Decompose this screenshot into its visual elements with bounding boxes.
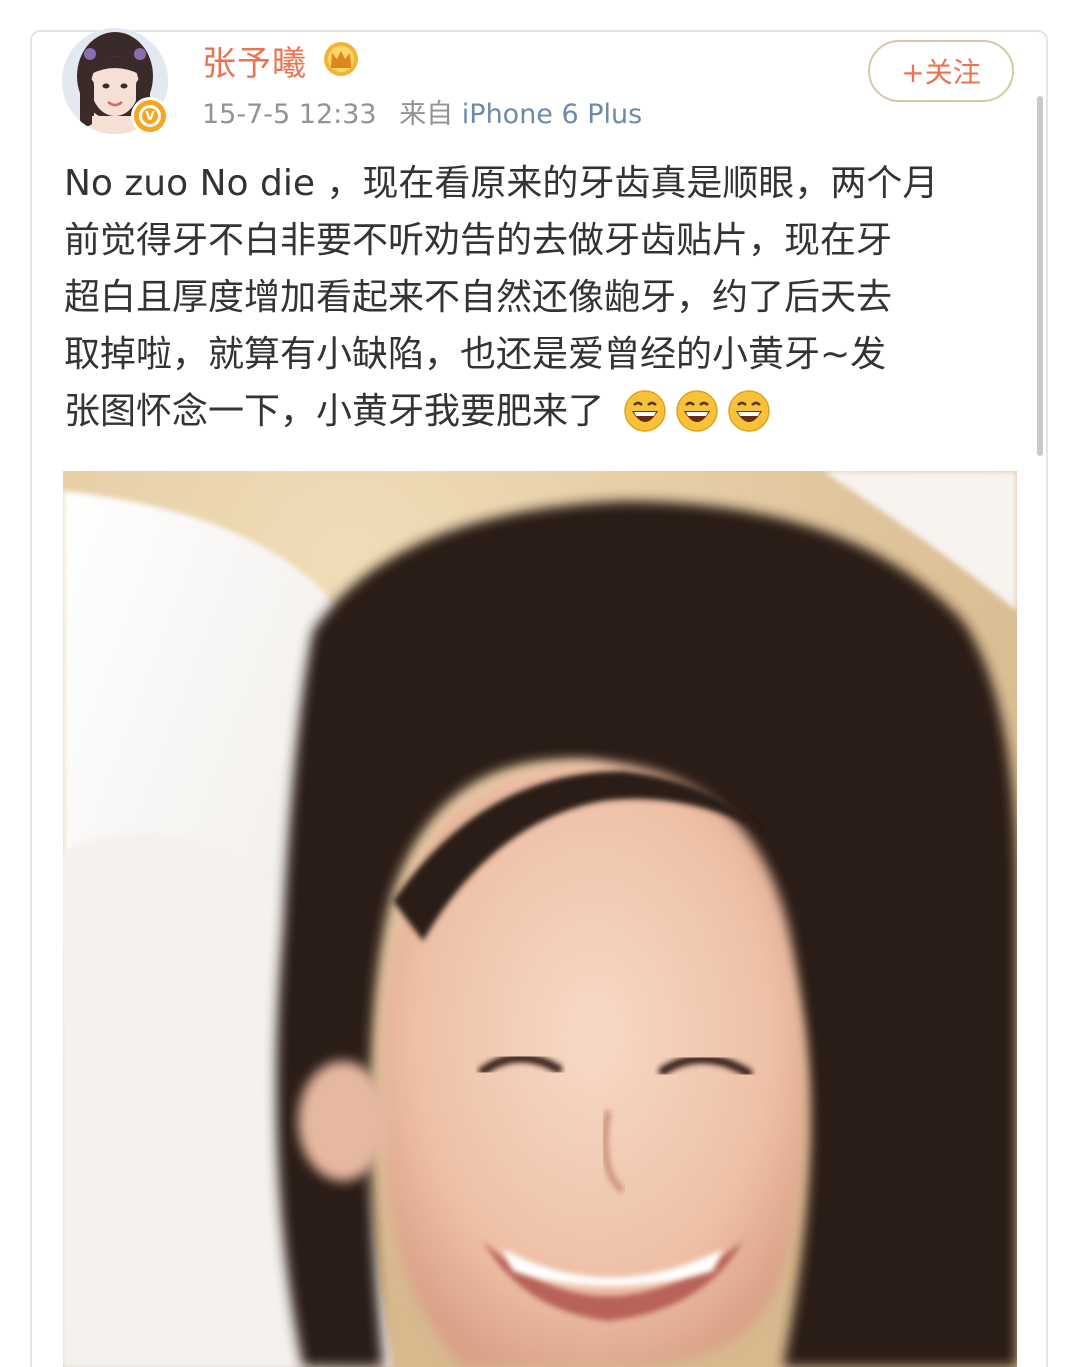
post-photo[interactable]	[63, 471, 1017, 1367]
post-text-line-last: 张图怀念一下，小黄牙我要肥来了	[64, 383, 1024, 440]
post-text-line: 张图怀念一下，小黄牙我要肥来了	[64, 391, 605, 432]
follow-button[interactable]: +关注	[868, 40, 1014, 102]
scrollbar[interactable]	[1037, 96, 1043, 456]
source-prefix: 来自	[399, 99, 454, 130]
crown-icon[interactable]	[322, 40, 360, 78]
verified-v-badge-icon: V	[131, 97, 169, 135]
post-text-line: 前觉得牙不白非要不听劝告的去做牙齿贴片，现在牙	[64, 220, 893, 261]
post-text-line: 取掉啦，就算有小缺陷，也还是爱曾经的小黄牙~发	[64, 334, 887, 375]
laughing-emoji-icon	[676, 390, 719, 432]
username[interactable]: 张予曦	[202, 36, 307, 85]
post-text-line: No zuo No die ，现在看原来的牙齿真是顺眼，两个月	[64, 163, 939, 204]
source-device[interactable]: iPhone 6 Plus	[462, 99, 642, 130]
post-text-line: 超白且厚度增加看起来不自然还像龅牙，约了后天去	[64, 277, 893, 318]
laughing-emoji-icon	[624, 390, 667, 432]
post-timestamp[interactable]: 15-7-5 12:33	[202, 99, 377, 130]
selfie-photo	[63, 471, 1017, 1367]
post-text: No zuo No die ，现在看原来的牙齿真是顺眼，两个月 前觉得牙不白非要…	[64, 155, 1024, 440]
post-meta: 15-7-5 12:33 来自 iPhone 6 Plus	[202, 92, 642, 131]
laughing-emoji-icon	[728, 390, 771, 432]
